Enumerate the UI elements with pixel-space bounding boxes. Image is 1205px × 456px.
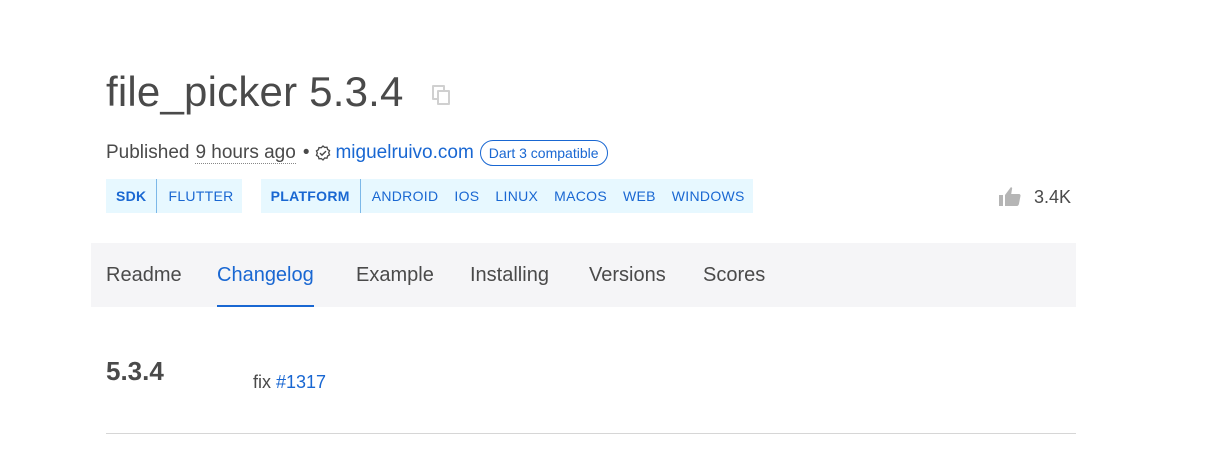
tab-example[interactable]: Example: [356, 243, 434, 307]
platform-tag-android[interactable]: ANDROID: [361, 179, 447, 213]
changelog-entry-text: fix: [253, 372, 271, 392]
verified-publisher-icon: [316, 145, 331, 161]
issue-link[interactable]: #1317: [276, 372, 326, 392]
tags-row: SDK FLUTTER PLATFORM ANDROID IOS LINUX M…: [106, 179, 753, 213]
platform-tag-label[interactable]: PLATFORM: [261, 179, 361, 213]
publisher-link[interactable]: miguelruivo.com: [335, 142, 473, 164]
sdk-tag-flutter[interactable]: FLUTTER: [157, 179, 241, 213]
thumb-up-icon[interactable]: [998, 185, 1022, 209]
copy-icon[interactable]: [430, 83, 454, 107]
platform-tag-ios[interactable]: IOS: [446, 179, 487, 213]
tab-installing[interactable]: Installing: [470, 243, 549, 307]
changelog-version: 5.3.4: [106, 356, 164, 386]
package-tabs: Readme Changelog Example Installing Vers…: [91, 243, 1076, 307]
dart3-compatible-badge[interactable]: Dart 3 compatible: [479, 140, 608, 166]
tab-scores[interactable]: Scores: [703, 243, 765, 307]
platform-tag-linux[interactable]: LINUX: [487, 179, 546, 213]
published-label: Published: [106, 142, 190, 163]
tab-readme[interactable]: Readme: [106, 243, 182, 307]
likes-count: 3.4K: [1034, 186, 1072, 207]
sdk-tag-label[interactable]: SDK: [106, 179, 158, 213]
package-meta: Published 9 hours ago • miguelruivo.com …: [106, 138, 608, 168]
divider: [106, 433, 1076, 434]
sdk-tag-group: SDK FLUTTER: [106, 179, 242, 213]
likes-counter[interactable]: 3.4K: [998, 184, 1071, 210]
platform-tag-web[interactable]: WEB: [615, 179, 664, 213]
platform-tag-macos[interactable]: MACOS: [546, 179, 615, 213]
platform-tag-windows[interactable]: WINDOWS: [664, 179, 753, 213]
platform-tag-group: PLATFORM ANDROID IOS LINUX MACOS WEB WIN…: [260, 179, 753, 213]
tab-changelog[interactable]: Changelog: [217, 243, 314, 307]
package-title: file_picker 5.3.4: [106, 68, 404, 115]
changelog-entry: fix #1317: [253, 372, 326, 393]
title-row: file_picker 5.3.4: [106, 64, 454, 120]
meta-separator: •: [302, 142, 310, 163]
published-time: 9 hours ago: [195, 141, 296, 164]
tab-versions[interactable]: Versions: [589, 243, 666, 307]
